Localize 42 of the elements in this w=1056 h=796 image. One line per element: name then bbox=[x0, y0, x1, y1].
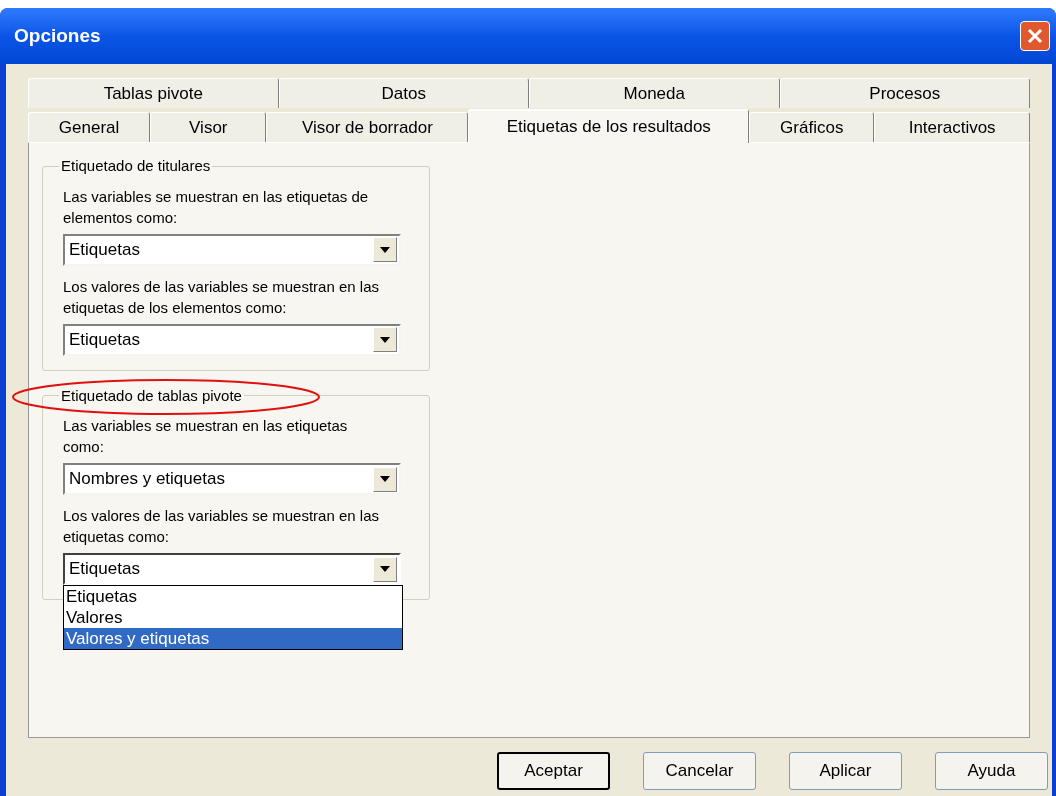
close-icon bbox=[1027, 28, 1043, 44]
dropdown-field[interactable]: Nombres y etiquetas bbox=[63, 463, 401, 495]
field-label: Los valores de las variables se muestran en las etiquetas de los elementos como: bbox=[63, 276, 380, 318]
tab[interactable]: Visor de borrador bbox=[266, 112, 469, 142]
tab[interactable]: Moneda bbox=[529, 78, 780, 108]
group-title: Etiquetado de titulares bbox=[60, 156, 212, 176]
dropdown-field[interactable]: Etiquetas bbox=[63, 553, 401, 585]
dropdown-field[interactable]: Etiquetas bbox=[63, 323, 401, 356]
dropdown-value: Nombres y etiquetas bbox=[69, 468, 226, 491]
caret-icon bbox=[380, 476, 390, 482]
tab[interactable]: Tablas pivote bbox=[28, 78, 279, 108]
dropdown-value: Etiquetas bbox=[69, 558, 141, 581]
field-label: Las variables se muestran en las etiquetas de elementos como: bbox=[63, 186, 370, 228]
dropdown-option[interactable]: Etiquetas bbox=[64, 586, 402, 607]
tab[interactable]: Procesos bbox=[779, 78, 1030, 108]
dropdown-value: Etiquetas bbox=[69, 328, 141, 351]
dropdown-option[interactable]: Valores y etiquetas bbox=[64, 628, 402, 649]
group-title: Etiquetado de tablas pivote bbox=[60, 385, 243, 406]
dropdown-arrow-button[interactable] bbox=[373, 237, 397, 262]
caret-icon bbox=[380, 246, 390, 253]
tab[interactable]: Datos bbox=[278, 78, 529, 108]
dialog-button[interactable]: Ayuda bbox=[935, 752, 1048, 790]
caret-icon bbox=[380, 566, 390, 572]
close-button[interactable] bbox=[1020, 21, 1050, 51]
tab[interactable]: General bbox=[28, 112, 151, 142]
tab[interactable]: Gráficos bbox=[749, 112, 875, 142]
dropdown-arrow-button[interactable] bbox=[373, 556, 397, 582]
field-label: Las variables se muestran en las etiquetas como: bbox=[63, 416, 349, 457]
field-label: Los valores de las variables se muestran en las etiquetas como: bbox=[63, 506, 380, 547]
dropdown-arrow-button[interactable] bbox=[373, 327, 397, 352]
tab[interactable]: Visor bbox=[150, 112, 267, 142]
dialog-button[interactable]: Aplicar bbox=[789, 752, 902, 790]
dropdown-option[interactable]: Valores bbox=[64, 607, 402, 628]
dropdown-field[interactable]: Etiquetas bbox=[63, 233, 401, 266]
window-title: Opciones bbox=[14, 23, 101, 48]
tab[interactable]: Etiquetas de los resultados bbox=[468, 109, 750, 143]
dropdown-value: Etiquetas bbox=[69, 238, 141, 261]
dialog-button[interactable]: Aceptar bbox=[497, 752, 610, 790]
tab[interactable]: Interactivos bbox=[874, 112, 1030, 142]
dialog-button[interactable]: Cancelar bbox=[643, 752, 756, 790]
dropdown-arrow-button[interactable] bbox=[373, 466, 397, 492]
caret-icon bbox=[380, 336, 390, 343]
